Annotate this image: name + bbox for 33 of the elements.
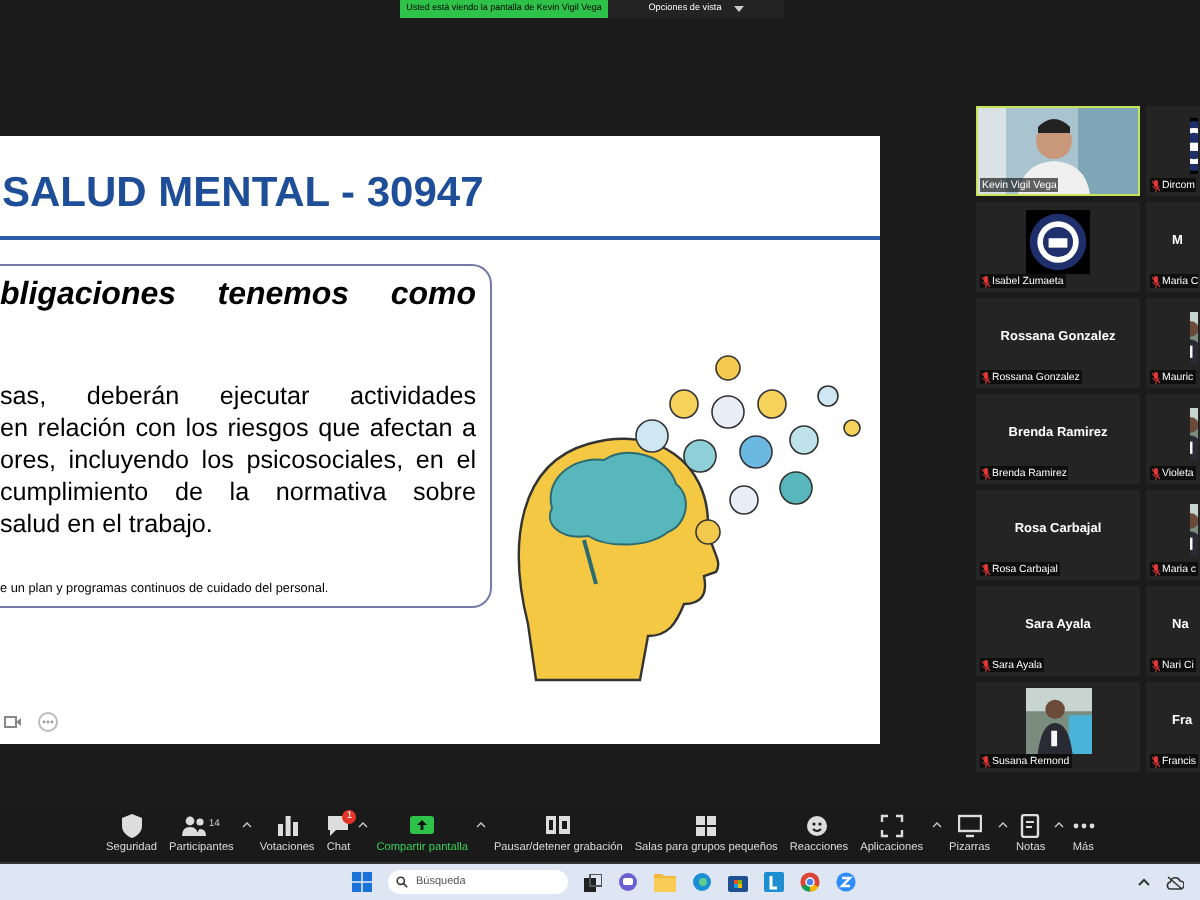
caret-icon	[733, 6, 744, 12]
store-bag-icon[interactable]	[728, 872, 748, 892]
slide-question: bligaciones tenemos como	[0, 276, 476, 316]
slide-title: SALUD MENTAL - 30947	[2, 168, 486, 220]
chevron-up-icon[interactable]	[1138, 878, 1150, 886]
caret-icon	[931, 822, 941, 828]
task-view-icon[interactable]	[584, 873, 602, 891]
caret-icon	[1053, 822, 1064, 828]
cloud-offline-icon[interactable]	[1166, 875, 1184, 889]
chrome-icon[interactable]	[800, 872, 820, 892]
whiteboard-icon	[957, 813, 982, 837]
app-tile-icon[interactable]	[764, 872, 784, 892]
notes-icon	[1018, 813, 1043, 837]
caret-icon	[358, 822, 369, 828]
people-icon	[182, 813, 207, 837]
emoji-icon	[806, 813, 831, 837]
pause-stop-icon	[546, 813, 571, 837]
bar-chart-icon	[275, 813, 300, 837]
browser-icon[interactable]	[692, 872, 712, 892]
caret-icon	[475, 822, 486, 828]
shield-icon	[119, 813, 144, 837]
search-icon	[396, 876, 408, 888]
slide-paragraph: sas, deberán ejecutar actividades en relación con los riesgos que afectan a ores, incluyendo los psicosociales, en el cumplimiento de la normativa sobre salud en el trabajo.	[0, 380, 476, 540]
share-screen-icon	[410, 813, 435, 837]
more-icon[interactable]	[38, 712, 58, 732]
caret-icon	[241, 822, 252, 828]
apps-icon	[879, 813, 904, 837]
windows-start-icon[interactable]	[352, 872, 372, 892]
video-app-icon[interactable]	[836, 872, 856, 892]
caret-icon	[998, 822, 1009, 828]
camera-icon[interactable]	[4, 716, 22, 728]
chat-bubble-icon[interactable]	[618, 872, 638, 892]
grid-icon	[694, 813, 719, 837]
